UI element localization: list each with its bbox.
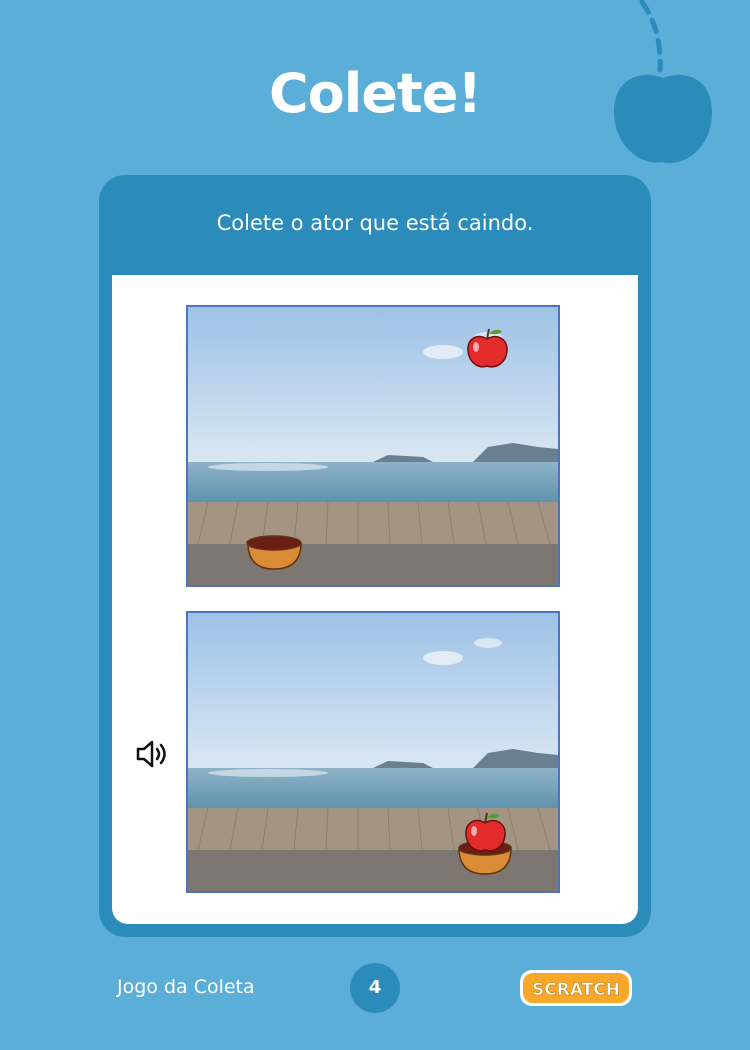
footer-label: Jogo da Coleta: [117, 976, 255, 998]
svg-text:SCRATCH: SCRATCH: [532, 980, 620, 1000]
speaker-icon: [136, 740, 166, 768]
page-title: Colete!: [269, 62, 482, 125]
card-content: [112, 275, 638, 924]
stage-scene-caught: [186, 611, 560, 893]
stage-scene-falling: [186, 305, 560, 587]
bowl-sprite: [246, 535, 302, 570]
activity-card: Colete o ator que está caindo.: [99, 175, 651, 937]
scratch-logo: SCRATCH: [520, 970, 632, 1006]
page-number: 4: [350, 963, 400, 1013]
card-subtitle: Colete o ator que está caindo.: [216, 211, 534, 235]
